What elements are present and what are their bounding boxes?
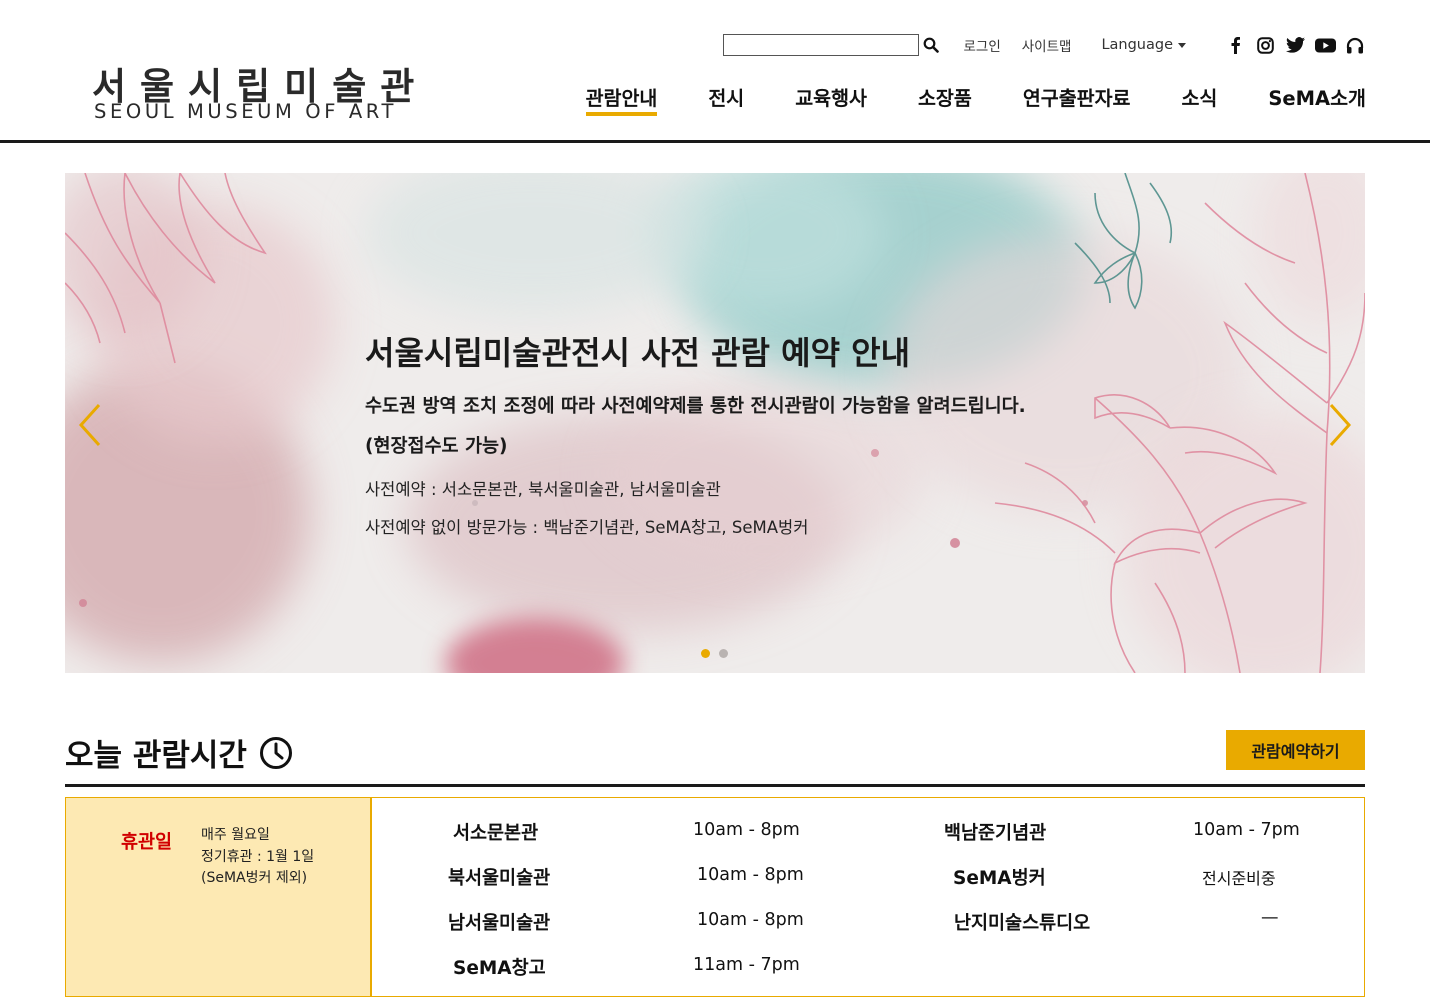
social-links [1216,34,1366,56]
site-header: 서울시립미술관 SEOUL MUSEUM OF ART 로그인 사이트맵 Lan… [0,0,1430,143]
utility-bar: 로그인 사이트맵 Language [723,33,1366,57]
youtube-icon[interactable] [1314,34,1336,56]
clock-icon [259,736,292,769]
nav-visit-info[interactable]: 관람안내 [585,82,657,116]
venue-name[interactable]: 북서울미술관 [448,864,550,890]
hero-notice-onsite: (현장접수도 가능) [365,436,508,457]
twitter-icon[interactable] [1284,34,1306,56]
hero-content: 서울시립미술관전시 사전 관람 예약 안내 수도권 방역 조치 조정에 따라 사… [365,328,1026,538]
closed-days-label: 휴관일 [121,832,173,853]
venue-hours: 10am - 7pm [1193,820,1300,840]
nav-research-publications[interactable]: 연구출판자료 [1023,82,1131,116]
closed-note-holiday: 정기휴관 : 1월 1일 [201,848,315,865]
login-link[interactable]: 로그인 [963,35,1000,55]
venue-name[interactable]: 난지미술스튜디오 [954,909,1090,935]
venue-hours: 전시준비중 [1202,869,1276,888]
site-logo[interactable]: 서울시립미술관 SEOUL MUSEUM OF ART [92,56,414,126]
nav-exhibitions[interactable]: 전시 [708,82,744,116]
instagram-icon[interactable] [1254,34,1276,56]
closed-days-panel: 휴관일 매주 월요일 정기휴관 : 1월 1일 (SeMA벙커 제외) [66,798,372,996]
nav-education-events[interactable]: 교육행사 [795,82,867,116]
logo-english: SEOUL MUSEUM OF ART [94,100,398,123]
slide-pagination [701,649,737,658]
today-hours-title-text: 오늘 관람시간 [65,738,247,774]
nav-news[interactable]: 소식 [1181,82,1217,116]
prev-slide-arrow-icon[interactable] [75,401,105,449]
nav-collection[interactable]: 소장품 [918,82,972,116]
nav-about-sema[interactable]: SeMA소개 [1268,82,1366,116]
hero-reservation-required: 사전예약 : 서소문본관, 북서울미술관, 남서울미술관 [365,480,721,499]
venue-hours: 10am - 8pm [697,865,804,885]
facebook-icon[interactable] [1224,34,1246,56]
next-slide-arrow-icon[interactable] [1325,401,1355,449]
language-selector[interactable]: Language [1101,37,1186,53]
hero-no-reservation: 사전예약 없이 방문가능 : 백남준기념관, SeMA창고, SeMA벙커 [365,518,809,537]
venue-hours: — [1261,908,1279,928]
venue-name[interactable]: SeMA벙커 [953,864,1046,890]
today-hours-title: 오늘 관람시간 [65,730,293,775]
slide-dot-1[interactable] [701,649,710,658]
search-icon[interactable] [919,34,943,56]
closed-days-notes: 매주 월요일 정기휴관 : 1월 1일 (SeMA벙커 제외) [201,825,314,890]
today-hours-header: 오늘 관람시간 관람예약하기 [65,730,1365,787]
headphones-icon[interactable] [1344,34,1366,56]
closed-note-weekly: 매주 월요일 [201,827,270,843]
hero-title: 서울시립미술관전시 사전 관람 예약 안내 [365,334,911,372]
slide-dot-2[interactable] [719,649,728,658]
venue-hours: 11am - 7pm [693,955,800,975]
reserve-visit-button[interactable]: 관람예약하기 [1226,730,1365,770]
hero-notice-line: 수도권 방역 조치 조정에 따라 사전예약제를 통한 전시관람이 가능함을 알려… [365,396,1026,417]
venue-name[interactable]: SeMA창고 [453,954,546,980]
venue-name[interactable]: 서소문본관 [453,819,538,845]
venue-name[interactable]: 백남준기념관 [944,819,1046,845]
opening-hours-table: 휴관일 매주 월요일 정기휴관 : 1월 1일 (SeMA벙커 제외) 서소문본… [65,797,1365,997]
venue-name[interactable]: 남서울미술관 [448,909,550,935]
search-input[interactable] [723,34,920,56]
closed-note-exception: (SeMA벙커 제외) [201,870,308,886]
caret-down-icon [1178,42,1186,48]
main-navigation: 관람안내 전시 교육행사 소장품 연구출판자료 소식 SeMA소개 [535,82,1366,118]
venue-hours: 10am - 8pm [697,910,804,930]
sitemap-link[interactable]: 사이트맵 [1022,35,1072,55]
language-label: Language [1101,37,1173,53]
hero-banner[interactable]: 서울시립미술관전시 사전 관람 예약 안내 수도권 방역 조치 조정에 따라 사… [65,173,1365,673]
venue-hours: 10am - 8pm [693,820,800,840]
